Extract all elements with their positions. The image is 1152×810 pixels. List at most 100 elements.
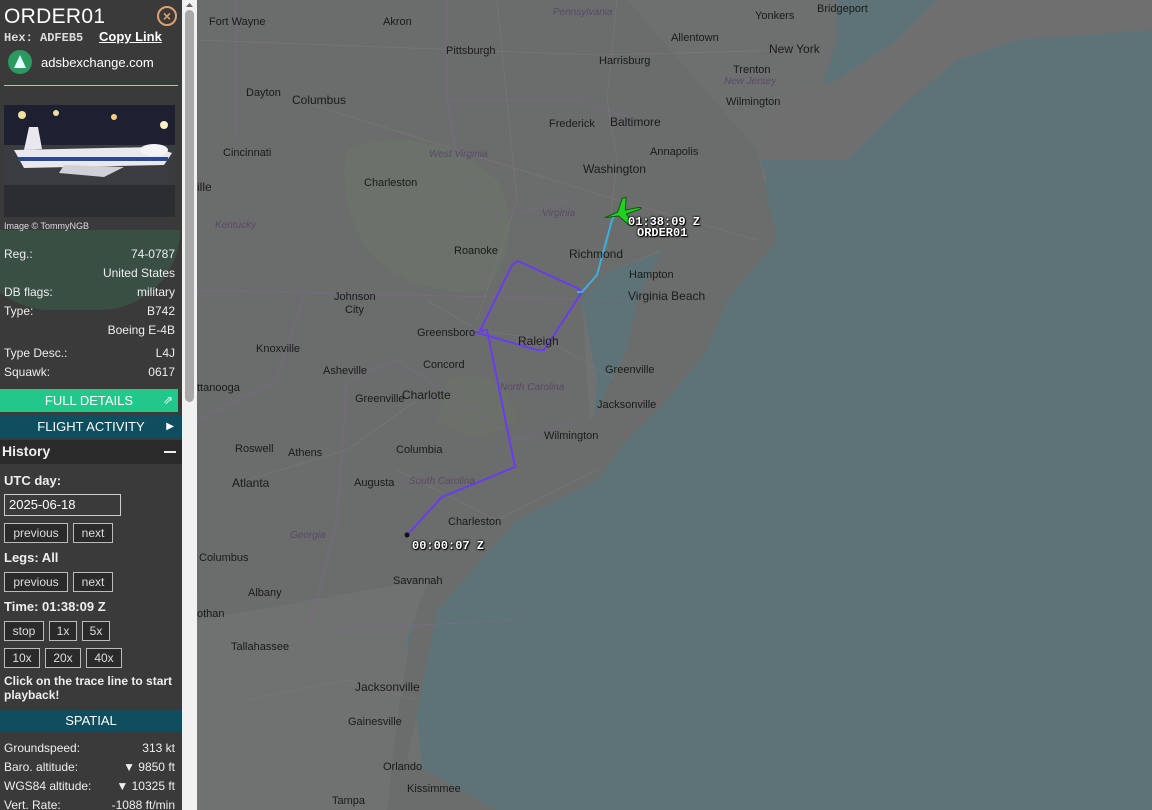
map-place-label: Tallahassee xyxy=(231,641,290,653)
map-place-label: Baltimore xyxy=(610,115,661,129)
map-canvas[interactable] xyxy=(197,0,1152,810)
map-place-label: Augusta xyxy=(354,477,395,489)
detail-value: 0617 xyxy=(148,365,175,379)
map-place-label: Pittsburgh xyxy=(446,45,496,57)
map-place-label: Bridgeport xyxy=(817,3,868,15)
collapse-icon[interactable] xyxy=(164,451,176,453)
detail-value: United States xyxy=(102,266,175,280)
legs-label: Legs: All xyxy=(4,550,59,565)
map-place-label: Concord xyxy=(423,359,465,371)
flight-activity-label: FLIGHT ACTIVITY xyxy=(37,419,145,434)
map-place-label: Asheville xyxy=(323,365,368,377)
spatial-key: Vert. Rate: xyxy=(4,798,61,810)
aircraft-photo[interactable] xyxy=(4,105,175,217)
detail-key: Reg.: xyxy=(4,247,33,261)
leg-previous-button[interactable]: previous xyxy=(4,572,68,592)
sidebar-scrollbar[interactable] xyxy=(182,0,197,810)
map-place-label: Greensboro xyxy=(417,327,476,339)
day-next-button[interactable]: next xyxy=(73,523,113,543)
map-place-label: Charlotte xyxy=(402,388,451,402)
map-place-label: New York xyxy=(769,42,820,56)
detail-value: military xyxy=(137,285,175,299)
map-place-label: Wilmington xyxy=(544,430,599,442)
close-icon[interactable]: × xyxy=(157,6,177,26)
map-place-label: ttanooga xyxy=(197,382,240,394)
scrollbar-thumb[interactable] xyxy=(185,10,194,402)
full-details-button[interactable]: FULL DETAILS ⇗ xyxy=(0,389,178,412)
map-place-label: Albany xyxy=(248,587,282,599)
track-start-point[interactable] xyxy=(404,532,410,538)
spatial-value: ▼ 10325 ft xyxy=(116,779,175,793)
map-place-label: Georgia xyxy=(290,530,326,541)
detail-value: L4J xyxy=(155,346,175,360)
speed-1x-button[interactable]: 1x xyxy=(49,621,77,641)
hex-row: Hex: ADFEB5 xyxy=(4,31,83,45)
map-place-label: Columbus xyxy=(199,552,249,564)
map-place-label: City xyxy=(345,304,364,316)
time-label: Time: 01:38:09 Z xyxy=(4,599,106,614)
spatial-header[interactable]: SPATIAL xyxy=(0,710,182,732)
map-place-label: Kissimmee xyxy=(407,783,461,795)
spatial-value: ▼ 9850 ft xyxy=(123,760,175,774)
map-place-label: Virginia xyxy=(542,208,576,219)
chevron-right-icon: ▶ xyxy=(166,421,174,432)
map-place-label: Frederick xyxy=(549,118,595,130)
history-header[interactable]: History xyxy=(0,440,182,464)
stop-button[interactable]: stop xyxy=(4,621,44,641)
detail-key: Type Desc.: xyxy=(4,346,68,360)
map-place-label: Yonkers xyxy=(755,10,795,22)
divider xyxy=(4,85,178,86)
flight-activity-button[interactable]: FLIGHT ACTIVITY ▶ xyxy=(0,415,182,438)
map-place-label: Fort Wayne xyxy=(209,16,266,28)
day-previous-button[interactable]: previous xyxy=(4,523,68,543)
map-place-label: Columbus xyxy=(292,93,347,107)
spatial-key: Baro. altitude: xyxy=(4,760,79,774)
aircraft-map-label: ORDER01 xyxy=(637,226,688,240)
map-place-label: Virginia Beach xyxy=(628,289,706,303)
spatial-key: WGS84 altitude: xyxy=(4,779,92,793)
image-credit: Image © TommyNGB xyxy=(4,221,89,231)
spatial-value: -1088 ft/min xyxy=(111,798,175,810)
map-place-label: Jacksonville xyxy=(355,680,420,694)
map-place-label: Cincinnati xyxy=(223,147,272,159)
map-place-label: Charleston xyxy=(448,516,502,528)
external-link-icon: ⇗ xyxy=(162,393,173,407)
map-place-label: Atlanta xyxy=(232,476,270,490)
map-place-label: Allentown xyxy=(671,32,719,44)
map-place-label: othan xyxy=(197,608,225,620)
detail-value: 74-0787 xyxy=(130,247,175,261)
map-place-label: Kentucky xyxy=(215,220,257,231)
map-place-label: Johnson xyxy=(334,291,376,303)
map-place-label: Raleigh xyxy=(518,334,559,348)
map-place-label: West Virginia xyxy=(429,149,488,160)
map-place-label: Athens xyxy=(288,447,323,459)
map-place-label: Jacksonville xyxy=(597,399,657,411)
speed-40x-button[interactable]: 40x xyxy=(86,648,122,668)
map-place-label: Roswell xyxy=(235,443,274,455)
map-place-label: Richmond xyxy=(569,247,624,261)
date-input[interactable]: 2025-06-18 xyxy=(4,494,121,516)
copy-link[interactable]: Copy Link xyxy=(99,29,162,44)
source-label[interactable]: adsbexchange.com xyxy=(41,55,154,70)
speed-20x-button[interactable]: 20x xyxy=(45,648,81,668)
map-place-label: Pennsylvania xyxy=(553,7,613,18)
map-place-label: Roanoke xyxy=(454,245,499,257)
speed-5x-button[interactable]: 5x xyxy=(82,621,110,641)
leg-next-button[interactable]: next xyxy=(73,572,113,592)
map-place-label: Tampa xyxy=(332,795,366,807)
start-time-label: 00:00:07 Z xyxy=(412,539,485,553)
speed-10x-button[interactable]: 10x xyxy=(4,648,40,668)
map-place-label: Orlando xyxy=(383,761,423,773)
hex-value: ADFEB5 xyxy=(40,31,84,45)
scroll-up-icon[interactable] xyxy=(182,0,197,10)
map-place-label: Charleston xyxy=(364,177,418,189)
detail-value: Boeing E-4B xyxy=(107,323,175,337)
detail-key: DB flags: xyxy=(4,285,53,299)
map-view[interactable]: Fort Wayne Akron Pittsburgh Pennsylvania All… xyxy=(197,0,1152,810)
map-place-label: Harrisburg xyxy=(599,55,651,67)
map-place-label: Washington xyxy=(583,162,646,176)
map-place-label: ille xyxy=(197,180,212,194)
utc-day-label: UTC day: xyxy=(4,473,62,488)
hex-label: Hex: xyxy=(4,31,33,45)
detail-key: Type: xyxy=(4,304,34,318)
